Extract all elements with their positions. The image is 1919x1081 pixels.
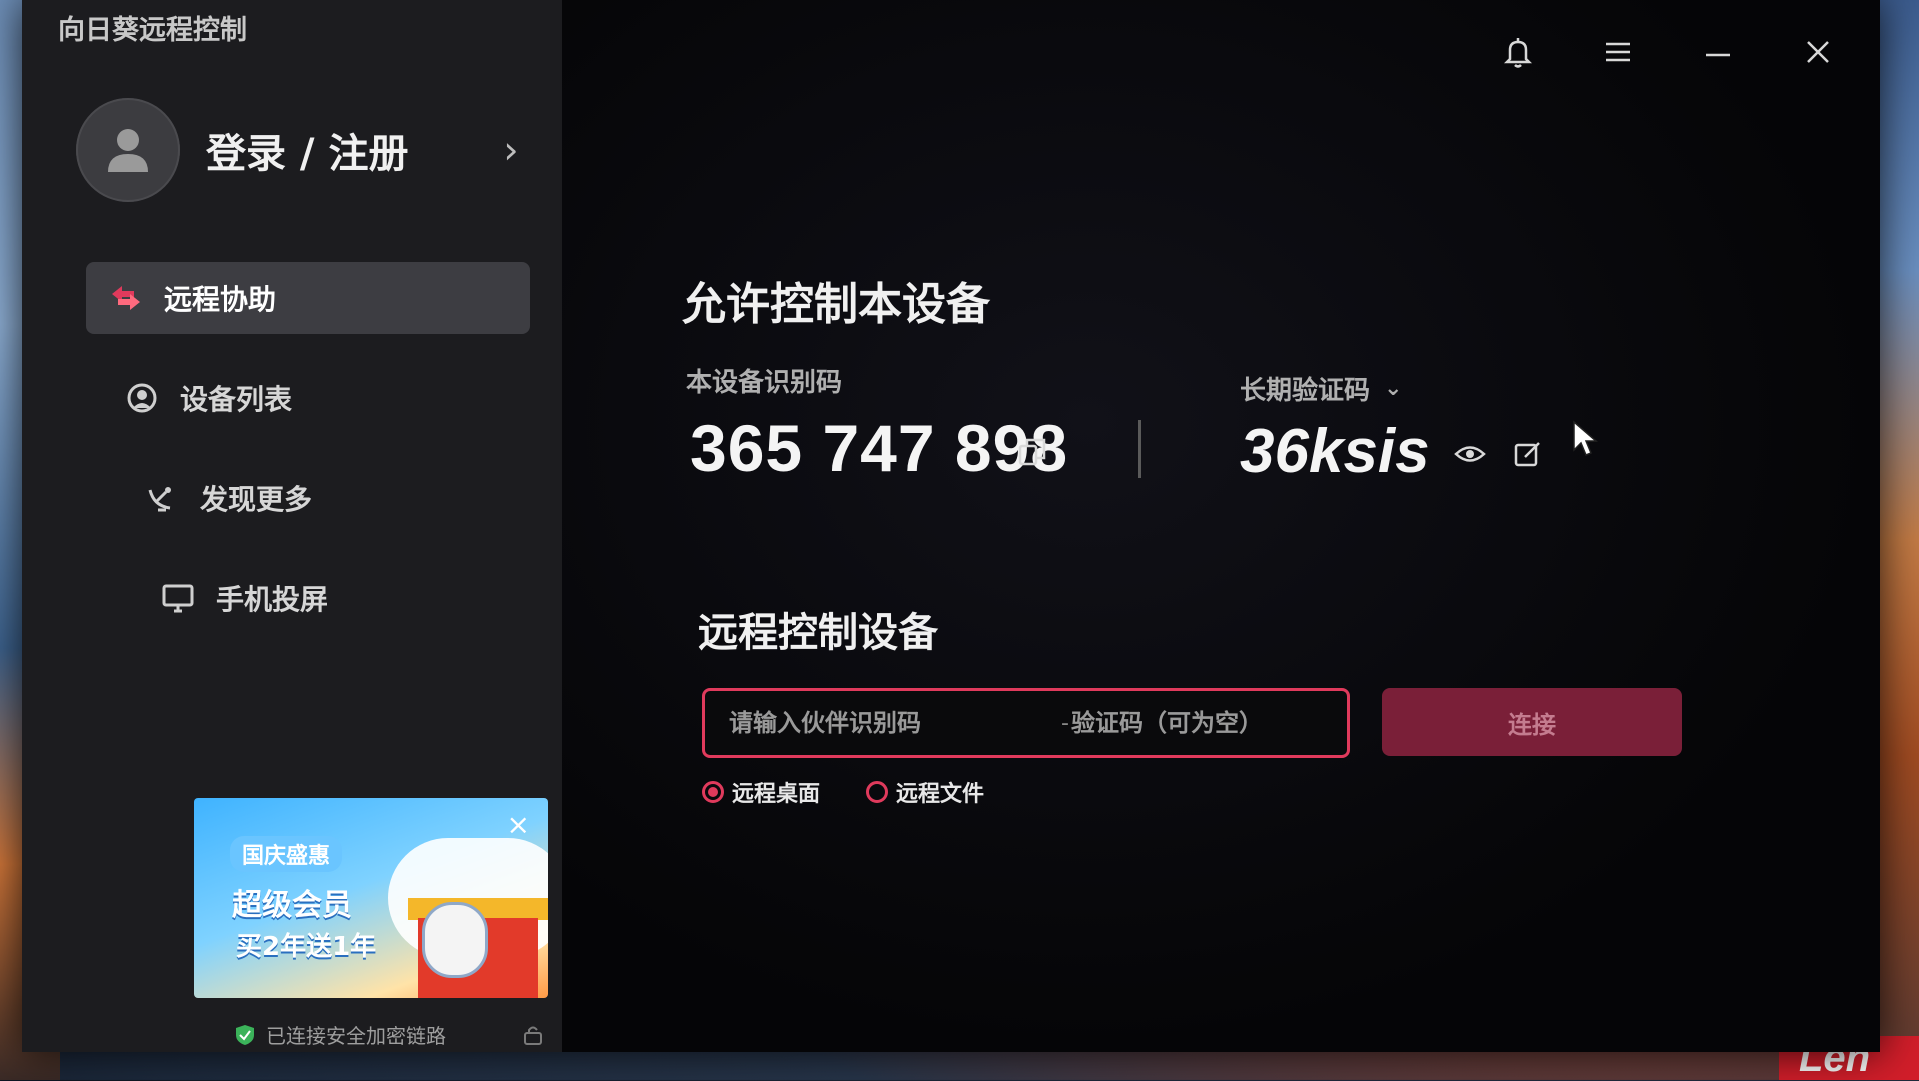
copy-icon xyxy=(1018,438,1046,466)
close-icon[interactable]: × xyxy=(507,808,530,841)
partner-input-group: - xyxy=(702,688,1412,758)
radio-label: 远程文件 xyxy=(896,782,985,807)
code-type-label: 长期验证码 xyxy=(1240,376,1371,406)
shield-check-icon xyxy=(236,1024,254,1045)
code-type-dropdown[interactable]: 长期验证码 ⌄ xyxy=(1240,370,1402,407)
bell-icon xyxy=(1503,38,1533,68)
sidebar: 向日葵远程控制 登录 / 注册 › 远程协助 设备列表 发现更多 手机投屏 国庆… xyxy=(22,0,562,1052)
lock-icon[interactable] xyxy=(522,1024,544,1046)
close-icon xyxy=(1807,41,1829,63)
connect-button[interactable]: 连接 xyxy=(1382,688,1682,756)
login-register-button[interactable]: 登录 / 注册 › xyxy=(76,96,526,204)
promo-headline: 超级会员 xyxy=(232,888,352,923)
promo-subline: 买2年送1年 xyxy=(236,932,377,962)
main-panel: 允许控制本设备 本设备识别码 365 747 898 长期验证码 ⌄ 36ksi… xyxy=(562,0,1880,1052)
partner-id-input[interactable] xyxy=(705,708,1061,738)
copy-button[interactable] xyxy=(1012,432,1052,472)
chevron-right-icon: › xyxy=(503,128,519,172)
sidebar-item-label: 发现更多 xyxy=(200,483,313,516)
secure-connection-status: 已连接安全加密链路 xyxy=(234,1020,446,1049)
sidebar-item-screen-cast[interactable]: 手机投屏 xyxy=(138,562,530,634)
verify-code-value: 36ksis xyxy=(1240,417,1430,486)
edit-icon xyxy=(1514,442,1540,467)
sidebar-item-label: 设备列表 xyxy=(180,383,293,416)
radio-remote-desktop[interactable]: 远程桌面 xyxy=(702,776,820,808)
device-list-icon xyxy=(122,378,162,418)
minimize-button[interactable] xyxy=(1696,30,1740,74)
remote-control-title: 远程控制设备 xyxy=(698,610,938,656)
screen-cast-icon xyxy=(158,578,198,618)
menu-button[interactable] xyxy=(1596,30,1640,74)
radio-selected-indicator xyxy=(702,781,724,803)
app-window: 向日葵远程控制 登录 / 注册 › 远程协助 设备列表 发现更多 手机投屏 国庆… xyxy=(22,0,1880,1052)
chevron-down-icon: ⌄ xyxy=(1384,376,1403,401)
sidebar-item-remote-assist[interactable]: 远程协助 xyxy=(86,262,530,334)
minimize-icon xyxy=(1706,53,1730,57)
app-title: 向日葵远程控制 xyxy=(58,15,247,46)
edit-code-button[interactable] xyxy=(1508,434,1548,474)
sidebar-nav: 远程协助 设备列表 发现更多 手机投屏 xyxy=(86,262,530,662)
radio-indicator xyxy=(866,781,889,803)
input-separator: - xyxy=(1061,710,1069,736)
eye-icon xyxy=(1454,446,1486,462)
radio-remote-file[interactable]: 远程文件 xyxy=(866,776,984,808)
connection-mode-group: 远程桌面 远程文件 xyxy=(702,776,984,808)
radio-label: 远程桌面 xyxy=(732,782,821,807)
login-register-label: 登录 / 注册 xyxy=(206,131,409,177)
sidebar-item-label: 手机投屏 xyxy=(216,583,329,616)
allow-control-title: 允许控制本设备 xyxy=(682,279,990,330)
verify-code-input[interactable] xyxy=(1068,708,1412,738)
window-controls xyxy=(1496,30,1840,74)
secure-text: 已连接安全加密链路 xyxy=(266,1024,446,1048)
sidebar-item-device-list[interactable]: 设备列表 xyxy=(102,362,530,434)
sidebar-item-label: 远程协助 xyxy=(164,283,277,316)
remote-assist-icon xyxy=(106,278,146,318)
divider xyxy=(1138,420,1141,478)
astronaut-icon xyxy=(422,902,488,978)
show-code-button[interactable] xyxy=(1450,434,1490,474)
user-icon xyxy=(108,129,148,172)
sidebar-item-discover[interactable]: 发现更多 xyxy=(122,462,530,534)
mouse-cursor-icon xyxy=(1573,420,1598,456)
discover-icon xyxy=(142,478,182,518)
avatar xyxy=(76,98,180,202)
notification-button[interactable] xyxy=(1496,30,1540,74)
promo-tag: 国庆盛惠 xyxy=(230,836,343,872)
close-button[interactable] xyxy=(1796,30,1840,74)
menu-icon xyxy=(1606,42,1630,62)
device-id-label: 本设备识别码 xyxy=(686,368,843,398)
promo-banner[interactable]: 国庆盛惠 超级会员 买2年送1年 × xyxy=(194,798,548,998)
